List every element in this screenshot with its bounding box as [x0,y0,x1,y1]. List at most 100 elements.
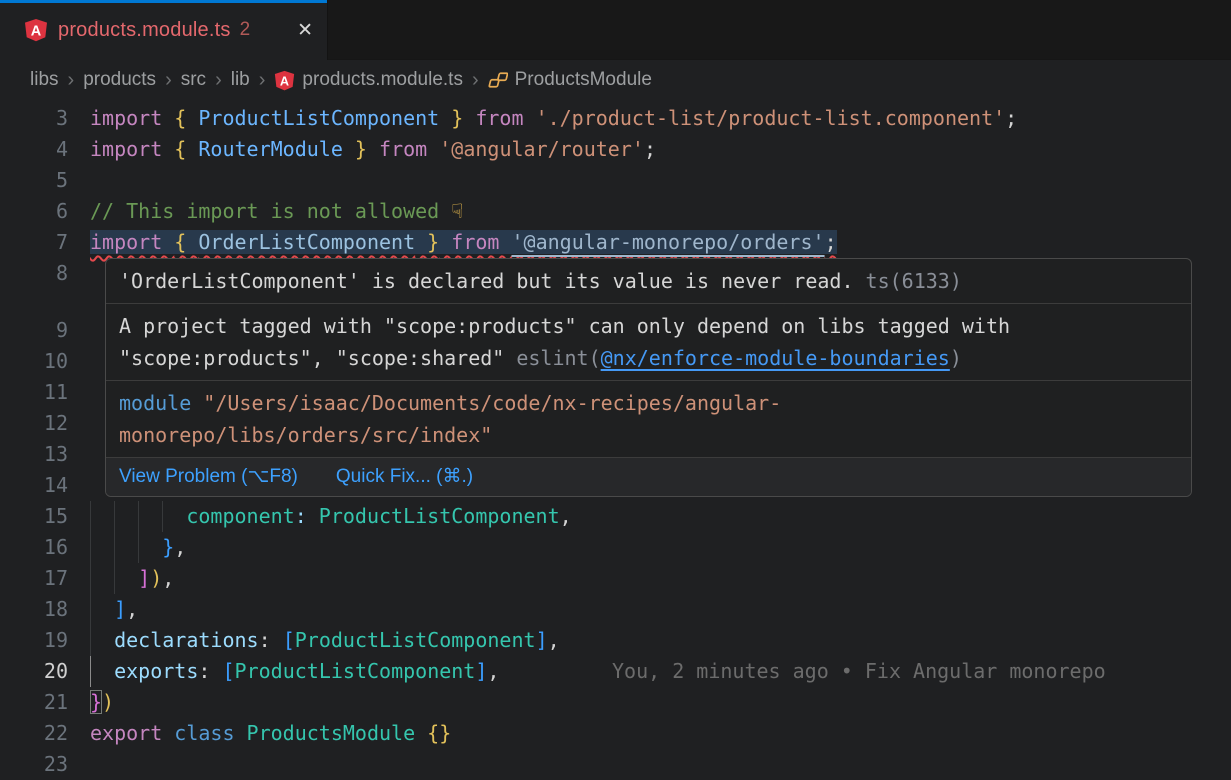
code-text: }, [90,532,186,563]
line-number: 19 [0,625,68,656]
popup-text: "/Users/isaac/Documents/code/nx-recipes/… [191,391,781,415]
code-line-3[interactable]: 3import { ProductListComponent } from '.… [0,103,1231,134]
code-token: , [560,504,572,528]
popup-text: module [119,391,191,415]
breadcrumb-label: products [83,69,156,91]
code-token: './product-list/product-list.component' [536,106,1006,130]
line-number: 9 [0,315,68,346]
line-number: 10 [0,346,68,377]
popup-text: ts(6133) [854,269,962,293]
code-line-21[interactable]: 21}) [0,687,1231,718]
breadcrumb-separator: › [472,69,479,92]
popup-text: ) [950,346,962,370]
breadcrumb-item-products-module-ts[interactable]: Aproducts.module.ts [274,69,463,91]
code-line-6[interactable]: 6// This import is not allowed ☟ [0,196,1231,227]
code-line-19[interactable]: 19 declarations: [ProductListComponent], [0,625,1231,656]
code-line-15[interactable]: 15 component: ProductListComponent, [0,501,1231,532]
code-token: '@angular/router' [439,137,644,161]
popup-section-ts-error: 'OrderListComponent' is declared but its… [106,259,1191,303]
line-number: 17 [0,563,68,594]
code-token: ProductListComponent [235,659,476,683]
tab-title: products.module.ts [58,19,231,42]
code-token: ) [150,566,162,590]
code-line-7[interactable]: 7import { OrderListComponent } from '@an… [0,227,1231,258]
line-number: 7 [0,227,68,258]
line-number: 16 [0,532,68,563]
popup-action-bar: View Problem (⌥F8) Quick Fix... (⌘.) [106,457,1191,496]
popup-line: module "/Users/isaac/Documents/code/nx-r… [119,387,1178,419]
code-text: declarations: [ProductListComponent], [90,625,560,656]
code-token: { [174,137,198,161]
code-token: { [174,106,198,130]
code-token [90,535,162,559]
popup-line: A project tagged with "scope:products" c… [119,310,1178,342]
code-token: [ [222,659,234,683]
breadcrumb-item-libs[interactable]: libs [30,69,59,91]
code-token: ] [138,566,150,590]
breadcrumb-item-products[interactable]: products [83,69,156,91]
breadcrumb-separator: › [215,69,222,92]
line-number: 14 [0,470,68,501]
code-line-22[interactable]: 22 export class ProductsModule {} [0,718,1231,749]
code-token: ; [825,230,837,254]
line-number: 12 [0,408,68,439]
code-line-17[interactable]: 17 ]), [0,563,1231,594]
code-token: ] [475,659,487,683]
code-line-23[interactable]: 23 [0,749,1231,780]
code-token: , [162,566,174,590]
code-token: declarations [114,628,259,652]
breadcrumb-item-src[interactable]: src [181,69,206,91]
code-line-16[interactable]: 16 }, [0,532,1231,563]
code-line-20[interactable]: 20 exports: [ProductListComponent],You, … [0,656,1231,687]
line-number: 22 [0,718,68,749]
popup-section-module-path: module "/Users/isaac/Documents/code/nx-r… [106,380,1191,457]
code-token: } [162,535,174,559]
code-text: export class ProductsModule {} [90,718,451,749]
close-icon[interactable]: ✕ [297,19,313,42]
code-token: import [90,230,174,254]
code-text: }) [90,687,114,718]
line-number: 18 [0,594,68,625]
code-token: from [367,137,439,161]
code-token: ; [644,137,656,161]
breadcrumb-item-productsmodule[interactable]: ProductsModule [488,69,652,91]
code-text: ]), [90,563,174,594]
code-line-4[interactable]: 4import { RouterModule } from '@angular/… [0,134,1231,165]
popup-text: A project tagged with "scope:products" c… [119,314,1010,338]
popup-line: "scope:products", "scope:shared" eslint(… [119,342,1178,374]
line-number: 20 [0,656,68,687]
line-number: 11 [0,377,68,408]
line-number: 8 [0,258,68,289]
code-token: : [295,504,307,528]
breadcrumb-label: src [181,69,206,91]
code-token: } [415,230,439,254]
tab-products-module[interactable]: A products.module.ts 2 ✕ [0,0,328,60]
code-token [90,566,138,590]
eslint-rule-link[interactable]: @nx/enforce-module-boundaries [601,346,950,370]
code-token: ProductListComponent [198,106,439,130]
line-number: 21 [0,687,68,718]
popup-text: "scope:products", "scope:shared" [119,346,504,370]
breadcrumb-item-lib[interactable]: lib [231,69,250,91]
class-icon [488,70,508,90]
breadcrumb-label: products.module.ts [302,69,463,91]
code-token [90,504,186,528]
code-token: component [186,504,294,528]
code-token: RouterModule [198,137,343,161]
line-number: 23 [0,749,68,780]
breadcrumb-separator: › [68,69,75,92]
code-line-5[interactable]: 5 [0,165,1231,196]
code-token: from [439,230,511,254]
code-line-18[interactable]: 18 ], [0,594,1231,625]
code-token: import [90,137,174,161]
code-token: , [487,659,499,683]
quick-fix-link[interactable]: Quick Fix... (⌘.) [336,465,473,489]
code-token: , [126,597,138,621]
code-token: ProductListComponent [319,504,560,528]
code-token: from [463,106,535,130]
line-number: 4 [0,134,68,165]
line-number: 6 [0,196,68,227]
view-problem-link[interactable]: View Problem (⌥F8) [119,465,298,489]
popup-text: monorepo/libs/orders/src/index" [119,423,492,447]
code-token: class [174,721,246,745]
